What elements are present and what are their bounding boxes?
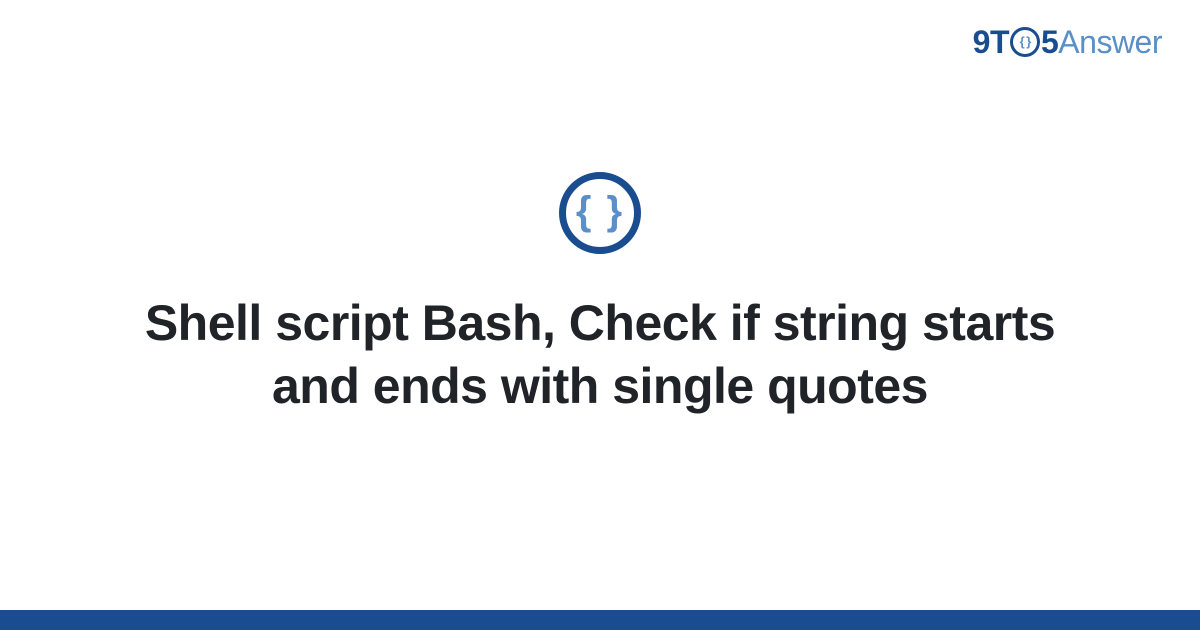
page-title: Shell script Bash, Check if string start… [120, 292, 1080, 418]
code-braces-icon: { } [576, 191, 624, 231]
category-icon-circle: { } [559, 172, 641, 254]
footer-accent-bar [0, 610, 1200, 630]
main-content: { } Shell script Bash, Check if string s… [0, 0, 1200, 630]
